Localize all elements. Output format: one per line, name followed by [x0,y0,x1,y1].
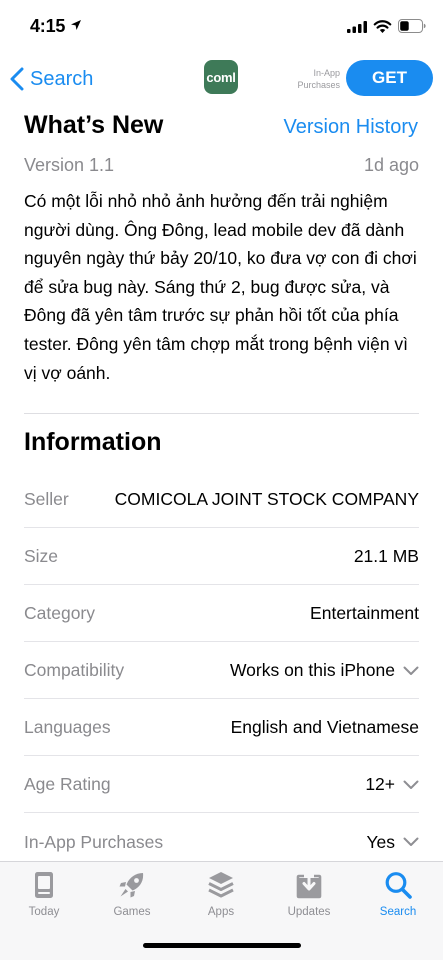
status-bar: 4:15 [0,0,443,48]
tab-games[interactable]: Games [97,870,167,926]
rocket-icon [119,873,144,898]
tab-apps[interactable]: Apps [186,870,256,926]
version-date: 1d ago [363,155,419,175]
info-value: Entertainment [310,603,419,624]
info-label: Compatibility [24,660,125,680]
info-value-text: Yes [366,831,395,852]
tab-updates[interactable]: Updates [274,870,344,926]
info-row-seller: Seller COMICOLA JOINT STOCK COMPANY [24,472,419,528]
info-row-languages: Languages English and Vietnamese [24,700,419,756]
tab-label: Updates [287,906,331,918]
tab-label: Games [113,906,151,918]
get-button[interactable]: GET [346,60,433,96]
chevron-left-icon [10,67,24,91]
tab-today[interactable]: Today [9,870,79,926]
information-title: Information [24,428,162,456]
battery-icon [398,19,426,33]
release-notes: Có một lỗi nhỏ nhỏ ảnh hưởng đến trải ng… [24,191,417,383]
info-value: 12+ [365,774,419,795]
info-value: English and Vietnamese [231,717,419,738]
info-value-text: Works on this iPhone [229,660,395,680]
info-value: COMICOLA JOINT STOCK COMPANY [115,489,419,510]
info-label: Age Rating [24,774,111,794]
iap-line-1: In-App [313,68,340,78]
chevron-down-icon [403,780,419,789]
info-label: Seller [24,489,69,509]
cellular-signal-icon [347,21,367,33]
tab-label: Search [379,906,417,918]
back-button[interactable]: Search [10,64,93,94]
info-value-text: 21.1 MB [353,546,419,566]
info-row-compatibility[interactable]: Compatibility Works on this iPhone [24,643,419,699]
info-row-size: Size 21.1 MB [24,529,419,585]
app-icon: coml [204,60,238,94]
info-value: Works on this iPhone [230,660,419,681]
info-label: Size [24,546,59,566]
today-icon [35,872,53,898]
info-label: Languages [24,717,111,737]
version-history-link[interactable]: Version History [284,116,419,139]
section-divider [24,413,419,414]
info-value-text: Entertainment [310,603,419,623]
tab-search[interactable]: Search [363,870,433,926]
info-value: Yes [366,832,419,853]
whats-new-title: What’s New [24,111,164,139]
status-time: 4:15 [30,16,66,36]
info-value-text: 12+ [365,774,395,794]
apps-stack-icon [208,872,234,898]
updates-download-icon [296,870,322,899]
chevron-down-icon [403,666,419,675]
info-row-age-rating[interactable]: Age Rating 12+ [24,757,419,813]
info-value-text: COMICOLA JOINT STOCK COMPANY [114,489,419,509]
search-icon [385,872,412,899]
iap-line-2: Purchases [297,80,340,90]
info-value: 21.1 MB [354,546,419,567]
in-app-purchases-note: In-App Purchases [282,67,340,91]
home-indicator[interactable] [143,943,301,948]
back-label: Search [30,67,94,90]
tab-label: Apps [207,906,235,918]
info-label: In-App Purchases [24,831,164,852]
version-label: Version 1.1 [24,155,115,175]
nav-bar: Search coml In-App Purchases GET [0,48,443,108]
location-arrow-icon [71,20,81,30]
wifi-icon [373,20,392,33]
tab-label: Today [28,906,60,918]
info-row-category: Category Entertainment [24,586,419,642]
chevron-down-icon [403,837,419,846]
info-label: Category [24,603,96,623]
info-value-text: English and Vietnamese [230,717,419,737]
